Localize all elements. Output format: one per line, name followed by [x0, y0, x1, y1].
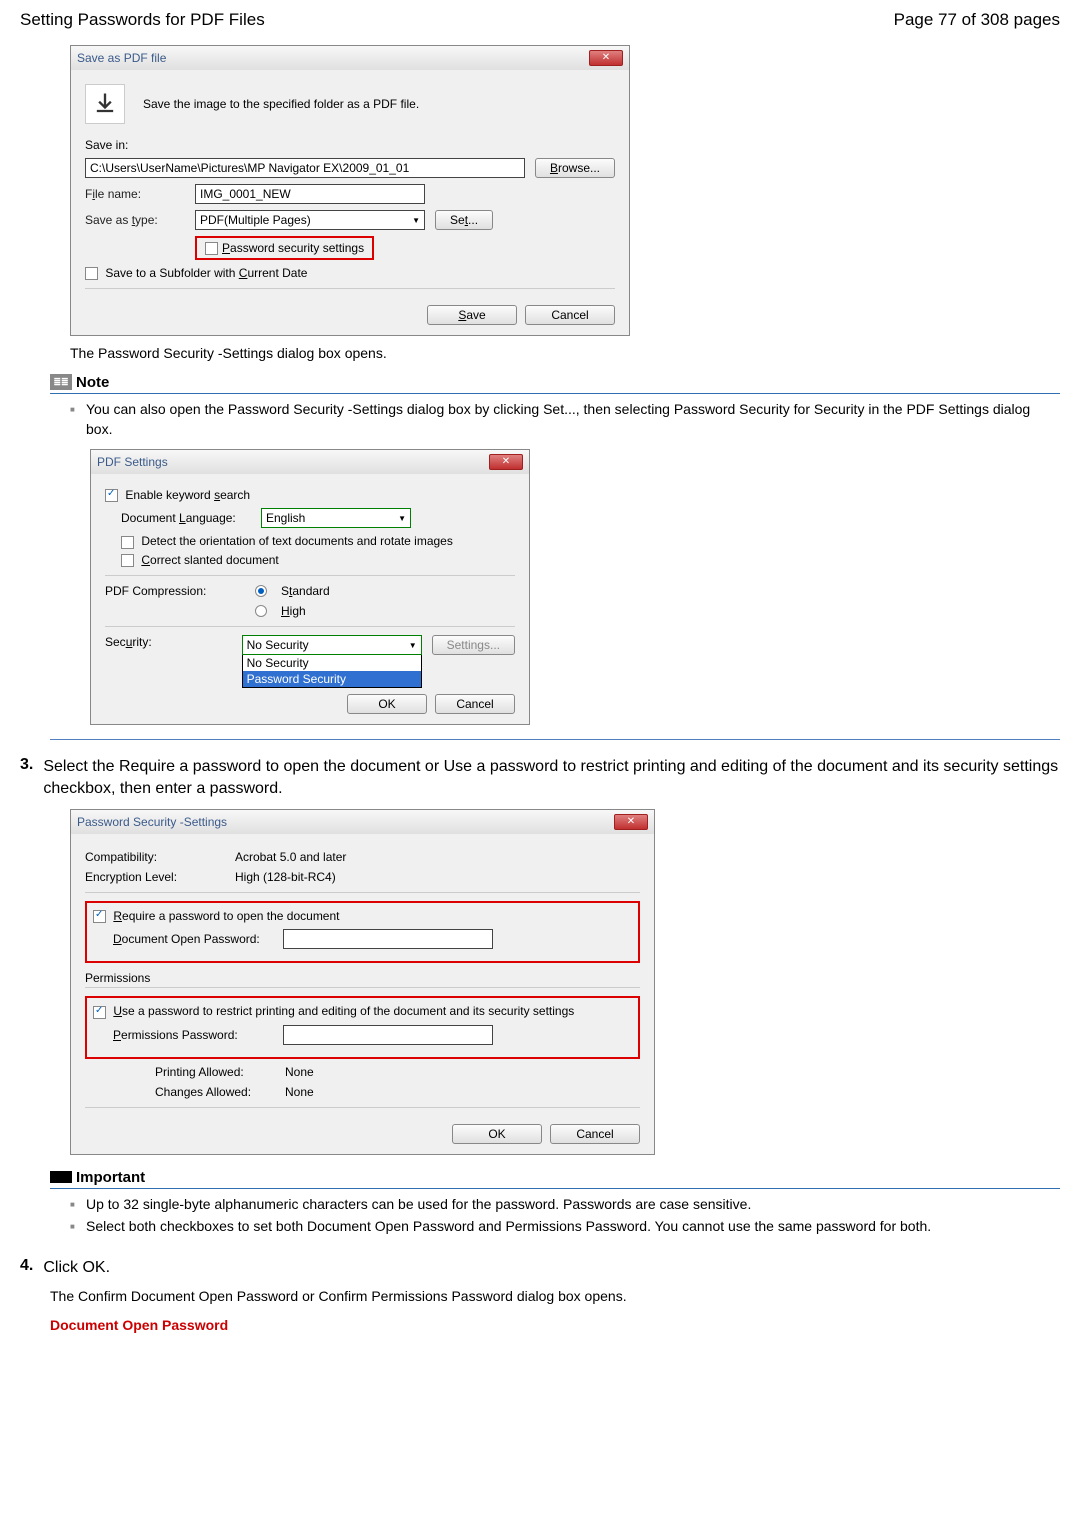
use-pw-label: Use a password to restrict printing and … [113, 1004, 574, 1018]
enc-value: High (128-bit-RC4) [235, 870, 336, 884]
dialog-title: Save as PDF file [77, 51, 166, 65]
perm-pw-label: Permissions Password: [113, 1028, 273, 1042]
settings-button: Settings... [432, 635, 515, 655]
close-icon[interactable]: ✕ [489, 454, 523, 470]
doclang-label: Document Language: [121, 511, 251, 525]
enable-keyword-label: Enable keyword search [125, 488, 250, 502]
save-type-dropdown[interactable]: PDF(Multiple Pages)▼ [195, 210, 425, 230]
option-no-security[interactable]: No Security [243, 655, 421, 671]
pw-security-label: Password security settings [222, 241, 364, 255]
compat-label: Compatibility: [85, 850, 225, 864]
password-security-dialog: Password Security -Settings ✕ Compatibil… [70, 809, 655, 1155]
filename-label: File name: [85, 187, 185, 201]
changes-allowed-label: Changes Allowed: [155, 1085, 275, 1099]
body-text-4: The Confirm Document Open Password or Co… [50, 1287, 1060, 1307]
subfolder-checkbox[interactable] [85, 267, 98, 280]
step-4-text: Click OK. [43, 1257, 110, 1279]
correct-label: Correct slanted document [141, 553, 278, 567]
note-item-1: You can also open the Password Security … [86, 400, 1060, 439]
filename-input[interactable]: IMG_0001_NEW [195, 184, 425, 204]
step-3-number: 3. [20, 756, 33, 801]
note-icon: ≣≣ [50, 374, 72, 390]
save-button[interactable]: Save [427, 305, 517, 325]
important-item-1: Up to 32 single-byte alphanumeric charac… [86, 1195, 1060, 1215]
body-text-1: The Password Security -Settings dialog b… [70, 344, 1060, 364]
cancel-button[interactable]: Cancel [550, 1124, 640, 1144]
save-in-label: Save in: [85, 138, 615, 152]
security-options[interactable]: No Security Password Security [242, 655, 422, 688]
doc-open-pw-heading: Document Open Password [50, 1317, 1060, 1333]
cancel-button[interactable]: Cancel [525, 305, 615, 325]
ok-button[interactable]: OK [347, 694, 427, 714]
doclang-dropdown[interactable]: English▼ [261, 508, 411, 528]
detect-checkbox[interactable] [121, 536, 134, 549]
standard-label: Standard [281, 584, 330, 598]
use-pw-checkbox[interactable] [93, 1006, 106, 1019]
doc-open-pw-input[interactable] [283, 929, 493, 949]
compression-label: PDF Compression: [105, 584, 245, 598]
compat-value: Acrobat 5.0 and later [235, 850, 346, 864]
important-heading: Important [50, 1169, 1060, 1186]
correct-checkbox[interactable] [121, 554, 134, 567]
step-3-text: Select the Require a password to open th… [43, 756, 1060, 801]
print-allowed-value: None [285, 1065, 314, 1079]
security-label: Security: [105, 635, 232, 649]
pw-security-checkbox[interactable] [205, 242, 218, 255]
save-arrow-icon [85, 84, 125, 124]
close-icon[interactable]: ✕ [614, 814, 648, 830]
step-4-number: 4. [20, 1257, 33, 1279]
detect-label: Detect the orientation of text documents… [141, 534, 453, 548]
enable-keyword-checkbox[interactable] [105, 489, 118, 502]
subfolder-label: Save to a Subfolder with Current Date [105, 266, 307, 280]
security-dropdown[interactable]: No Security▼ [242, 635, 422, 655]
save-as-pdf-dialog: Save as PDF file ✕ Save the image to the… [70, 45, 630, 336]
browse-button[interactable]: BBrowse...rowse... [535, 158, 615, 178]
pdf-settings-dialog: PDF Settings ✕ Enable keyword search Doc… [90, 449, 530, 725]
changes-allowed-value: None [285, 1085, 314, 1099]
cancel-button[interactable]: Cancel [435, 694, 515, 714]
note-heading: ≣≣ Note [50, 374, 1060, 391]
set-button[interactable]: Set... [435, 210, 493, 230]
page-number: Page 77 of 308 pages [894, 10, 1060, 30]
perm-pw-input[interactable] [283, 1025, 493, 1045]
important-item-2: Select both checkboxes to set both Docum… [86, 1217, 1060, 1237]
require-pw-label: Require a password to open the document [113, 909, 339, 923]
dialog-title: PDF Settings [97, 455, 168, 469]
permissions-heading: Permissions [85, 971, 640, 985]
instruction-text: Save the image to the specified folder a… [143, 97, 419, 111]
standard-radio[interactable] [255, 585, 267, 597]
dialog-title: Password Security -Settings [77, 815, 227, 829]
enc-label: Encryption Level: [85, 870, 225, 884]
page-title: Setting Passwords for PDF Files [20, 10, 265, 30]
option-password-security[interactable]: Password Security [243, 671, 421, 687]
ok-button[interactable]: OK [452, 1124, 542, 1144]
doc-open-pw-label: Document Open Password: [113, 932, 273, 946]
important-icon [50, 1171, 72, 1183]
high-radio[interactable] [255, 605, 267, 617]
high-label: High [281, 604, 306, 618]
type-label: Save as type: [85, 213, 185, 227]
require-pw-checkbox[interactable] [93, 910, 106, 923]
print-allowed-label: Printing Allowed: [155, 1065, 275, 1079]
save-path-input[interactable]: C:\Users\UserName\Pictures\MP Navigator … [85, 158, 525, 178]
close-icon[interactable]: ✕ [589, 50, 623, 66]
